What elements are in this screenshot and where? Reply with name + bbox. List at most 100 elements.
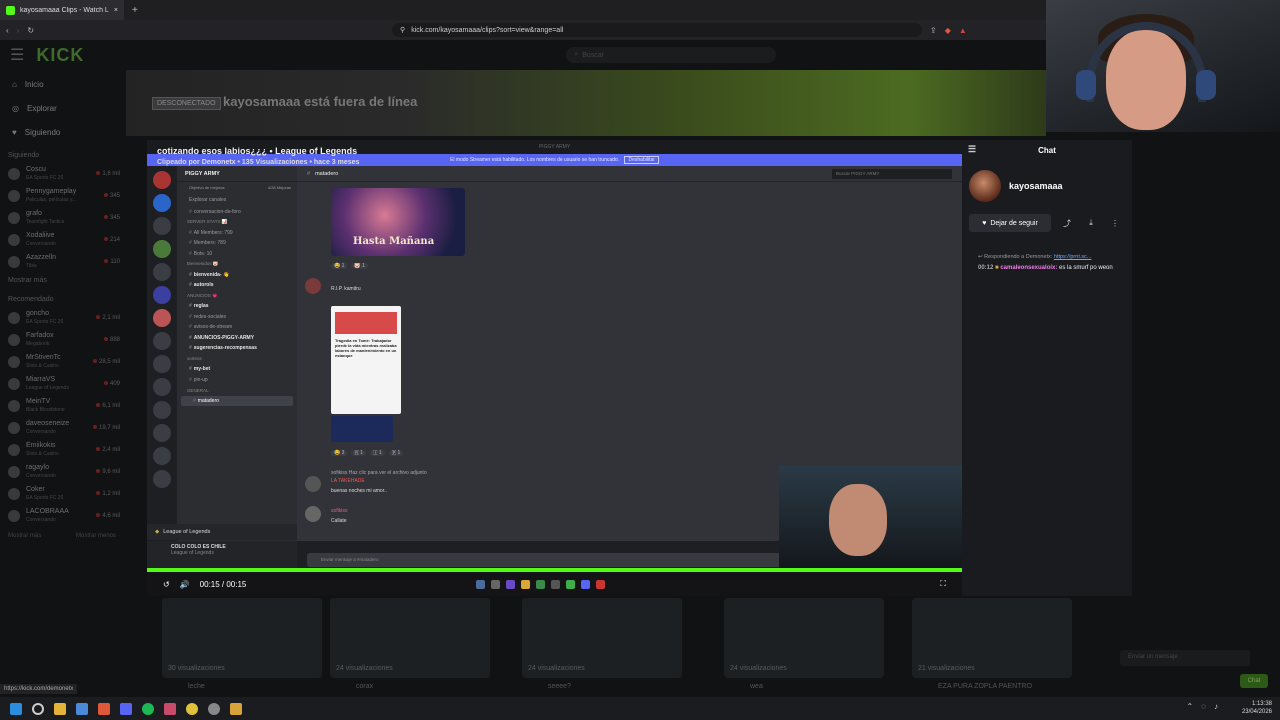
bottom-chat-input[interactable]: Enviar un mensaje [1120, 650, 1250, 666]
thumbnail-title[interactable]: seeee? [548, 683, 571, 690]
channel-item[interactable]: LACOBRAAA Conversando 4,6 mil [0, 505, 126, 527]
search-icon[interactable] [32, 702, 44, 715]
viewer-count: 214 [103, 237, 120, 243]
replay-icon[interactable]: ↺ [163, 580, 170, 589]
discord-icon[interactable] [120, 702, 132, 715]
tray-expand-icon[interactable]: ⌃ [1187, 702, 1194, 711]
channel-item[interactable]: daveoseneize Conversando 19,7 mil [0, 417, 126, 439]
reload-icon[interactable]: ↻ [27, 26, 34, 35]
nav-label: Explorar [26, 103, 57, 113]
good-night-image: Hasta Mañana [331, 188, 465, 256]
app-icon [521, 579, 531, 589]
menu-icon[interactable]: ☰ [10, 45, 24, 65]
thumbnail-title[interactable]: wea [750, 683, 763, 690]
channel-label: Xodaliive Conversando [26, 232, 98, 248]
message-user[interactable]: camaleonsexualoix: [1000, 265, 1057, 271]
back-icon[interactable]: ‹ [6, 26, 9, 35]
clip-video-player[interactable]: PIGGY ARMY El modo Streamer está habilit… [147, 140, 962, 572]
channel-item[interactable]: Azazzelln Tibia 110 [0, 251, 126, 273]
reply-link[interactable]: https://prnt.sc... [1054, 254, 1092, 260]
more-options-button[interactable]: ⋮ [1106, 214, 1124, 232]
hash-icon: # [189, 240, 192, 247]
volume-icon[interactable]: 🔊 [180, 580, 190, 589]
channel-name: grafo [26, 210, 42, 217]
thumbnail-title[interactable]: leche [188, 683, 205, 690]
avatar [8, 422, 20, 434]
channel-item[interactable]: Emiikokis Slots & Casino 2,4 mil [0, 439, 126, 461]
search-input[interactable]: ⌕ Buscar [566, 47, 777, 63]
channel-item[interactable]: Xodaliive Conversando 214 [0, 229, 126, 251]
nav-siguiendo[interactable]: ♥ Siguiendo [0, 120, 126, 144]
viewer-count-value: 19,7 mil [98, 425, 120, 431]
taskbar-clock[interactable]: 1:13:38 23/04/2026 [1242, 700, 1272, 716]
channel-item[interactable]: ragaylo Conversando 9,6 mil [0, 461, 126, 483]
windows-start-icon[interactable] [10, 702, 22, 715]
chrome-icon[interactable] [186, 702, 198, 715]
channel-item[interactable]: Coscu EA Sports FC 26 1,6 mil [0, 163, 126, 185]
channel-item[interactable]: MrStivenTc Slots & Casino 28,5 mil [0, 351, 126, 373]
viewer-count: 1,2 mil [96, 491, 120, 497]
download-button[interactable]: ⤓ [1082, 214, 1100, 232]
browser-tab[interactable]: kayosamaaa Clips - Watch Li... × [0, 0, 124, 20]
channel-item[interactable]: Farfadox Megabonk 888 [0, 329, 126, 351]
home-icon: ⌂ [12, 79, 17, 89]
file-explorer-icon[interactable] [54, 702, 66, 715]
brave-icon[interactable] [98, 702, 110, 715]
browser-icon[interactable] [76, 702, 88, 715]
channel-item[interactable]: goncho EA Sports FC 26 2,1 mil [0, 307, 126, 329]
badge-icon: ■ [995, 265, 999, 271]
channel-item[interactable]: Coker EA Sports FC 26 1,2 mil [0, 483, 126, 505]
server-icon [153, 424, 171, 442]
fullscreen-icon[interactable]: ⛶ [940, 579, 946, 589]
viewer-count-value: 888 [109, 337, 120, 343]
unfollow-button[interactable]: ♥ Dejar de seguir [969, 214, 1051, 232]
channel-name[interactable]: kayosamaaa [1009, 181, 1063, 191]
spotify-icon[interactable] [142, 702, 154, 715]
channel-category: EA Sports FC 26 [26, 495, 64, 501]
thumbnail-title[interactable]: corax [356, 683, 373, 690]
app-icon[interactable] [164, 702, 176, 715]
viewer-count-value: 9,6 mil [102, 469, 120, 475]
app-icon[interactable] [230, 702, 242, 715]
channel-item[interactable]: grafo Teamfight Tactics 345 [0, 207, 126, 229]
heart-icon: ♥ [982, 219, 987, 227]
channel-avatar[interactable] [969, 170, 1001, 202]
site-info-icon[interactable]: ⚲ [400, 26, 405, 34]
avatar [8, 256, 20, 268]
channel-name: Farfadox [26, 332, 54, 339]
thumbnail-title[interactable]: EZA PURA ZOPLA PAENTRO [938, 683, 1032, 690]
brave-shield-icon[interactable]: ◆ [945, 26, 951, 35]
channel-item[interactable]: MeinTV Black Bloodstone 6,1 mil [0, 395, 126, 417]
obs-icon[interactable] [208, 702, 220, 715]
channel-item[interactable]: Pennygameplay Peliculas, películas y... 34… [0, 185, 126, 207]
channel-item[interactable]: MiarraVS League of Legends 409 [0, 373, 126, 395]
attachment-note: sofikiss Haz clic para ver el archivo ad… [331, 470, 427, 476]
wifi-icon[interactable]: ◌ [1201, 702, 1206, 711]
explore-channels: Explorar canales [189, 196, 227, 203]
show-less-recommended[interactable]: Mostrar menos [76, 533, 116, 539]
close-tab-icon[interactable]: × [114, 7, 118, 14]
collapse-chat-icon[interactable]: ☰ [968, 144, 976, 155]
live-dot-icon [103, 381, 108, 385]
url-bar[interactable]: ⚲ kick.com/kayosamaaa/clips?sort=view&ra… [392, 23, 923, 37]
channel-category: Slots & Casino [26, 363, 59, 369]
kick-logo[interactable]: KICK [36, 45, 84, 66]
following-list: Coscu EA Sports FC 26 1,6 mil Pennygameplay… [0, 163, 126, 273]
show-more-recommended[interactable]: Mostrar más [8, 533, 41, 539]
volume-icon[interactable]: ♪ [1214, 702, 1218, 711]
share-icon[interactable]: ⇪ [930, 26, 937, 35]
new-tab-button[interactable]: + [132, 5, 138, 16]
bottom-chat-button[interactable]: Chat [1240, 674, 1268, 688]
windows-taskbar: ⌃ ◌ ♪ 1:13:38 23/04/2026 [0, 697, 1280, 720]
nav-inicio[interactable]: ⌂ Inicio [0, 72, 126, 96]
forward-icon[interactable]: › [17, 26, 20, 35]
hash-icon: # [307, 170, 311, 177]
rewards-icon[interactable]: ▲ [959, 26, 967, 35]
nav-explorar[interactable]: ◎ Explorar [0, 96, 126, 120]
live-dot-icon [92, 425, 97, 429]
share-button[interactable]: ⤴ [1058, 214, 1076, 232]
voice-activity: ◆ League of Legends [147, 524, 297, 540]
channel-name: MiarraVS [26, 376, 56, 383]
show-more-following[interactable]: Mostrar más [0, 273, 126, 288]
channel-category: EA Sports FC 26 [26, 319, 64, 325]
